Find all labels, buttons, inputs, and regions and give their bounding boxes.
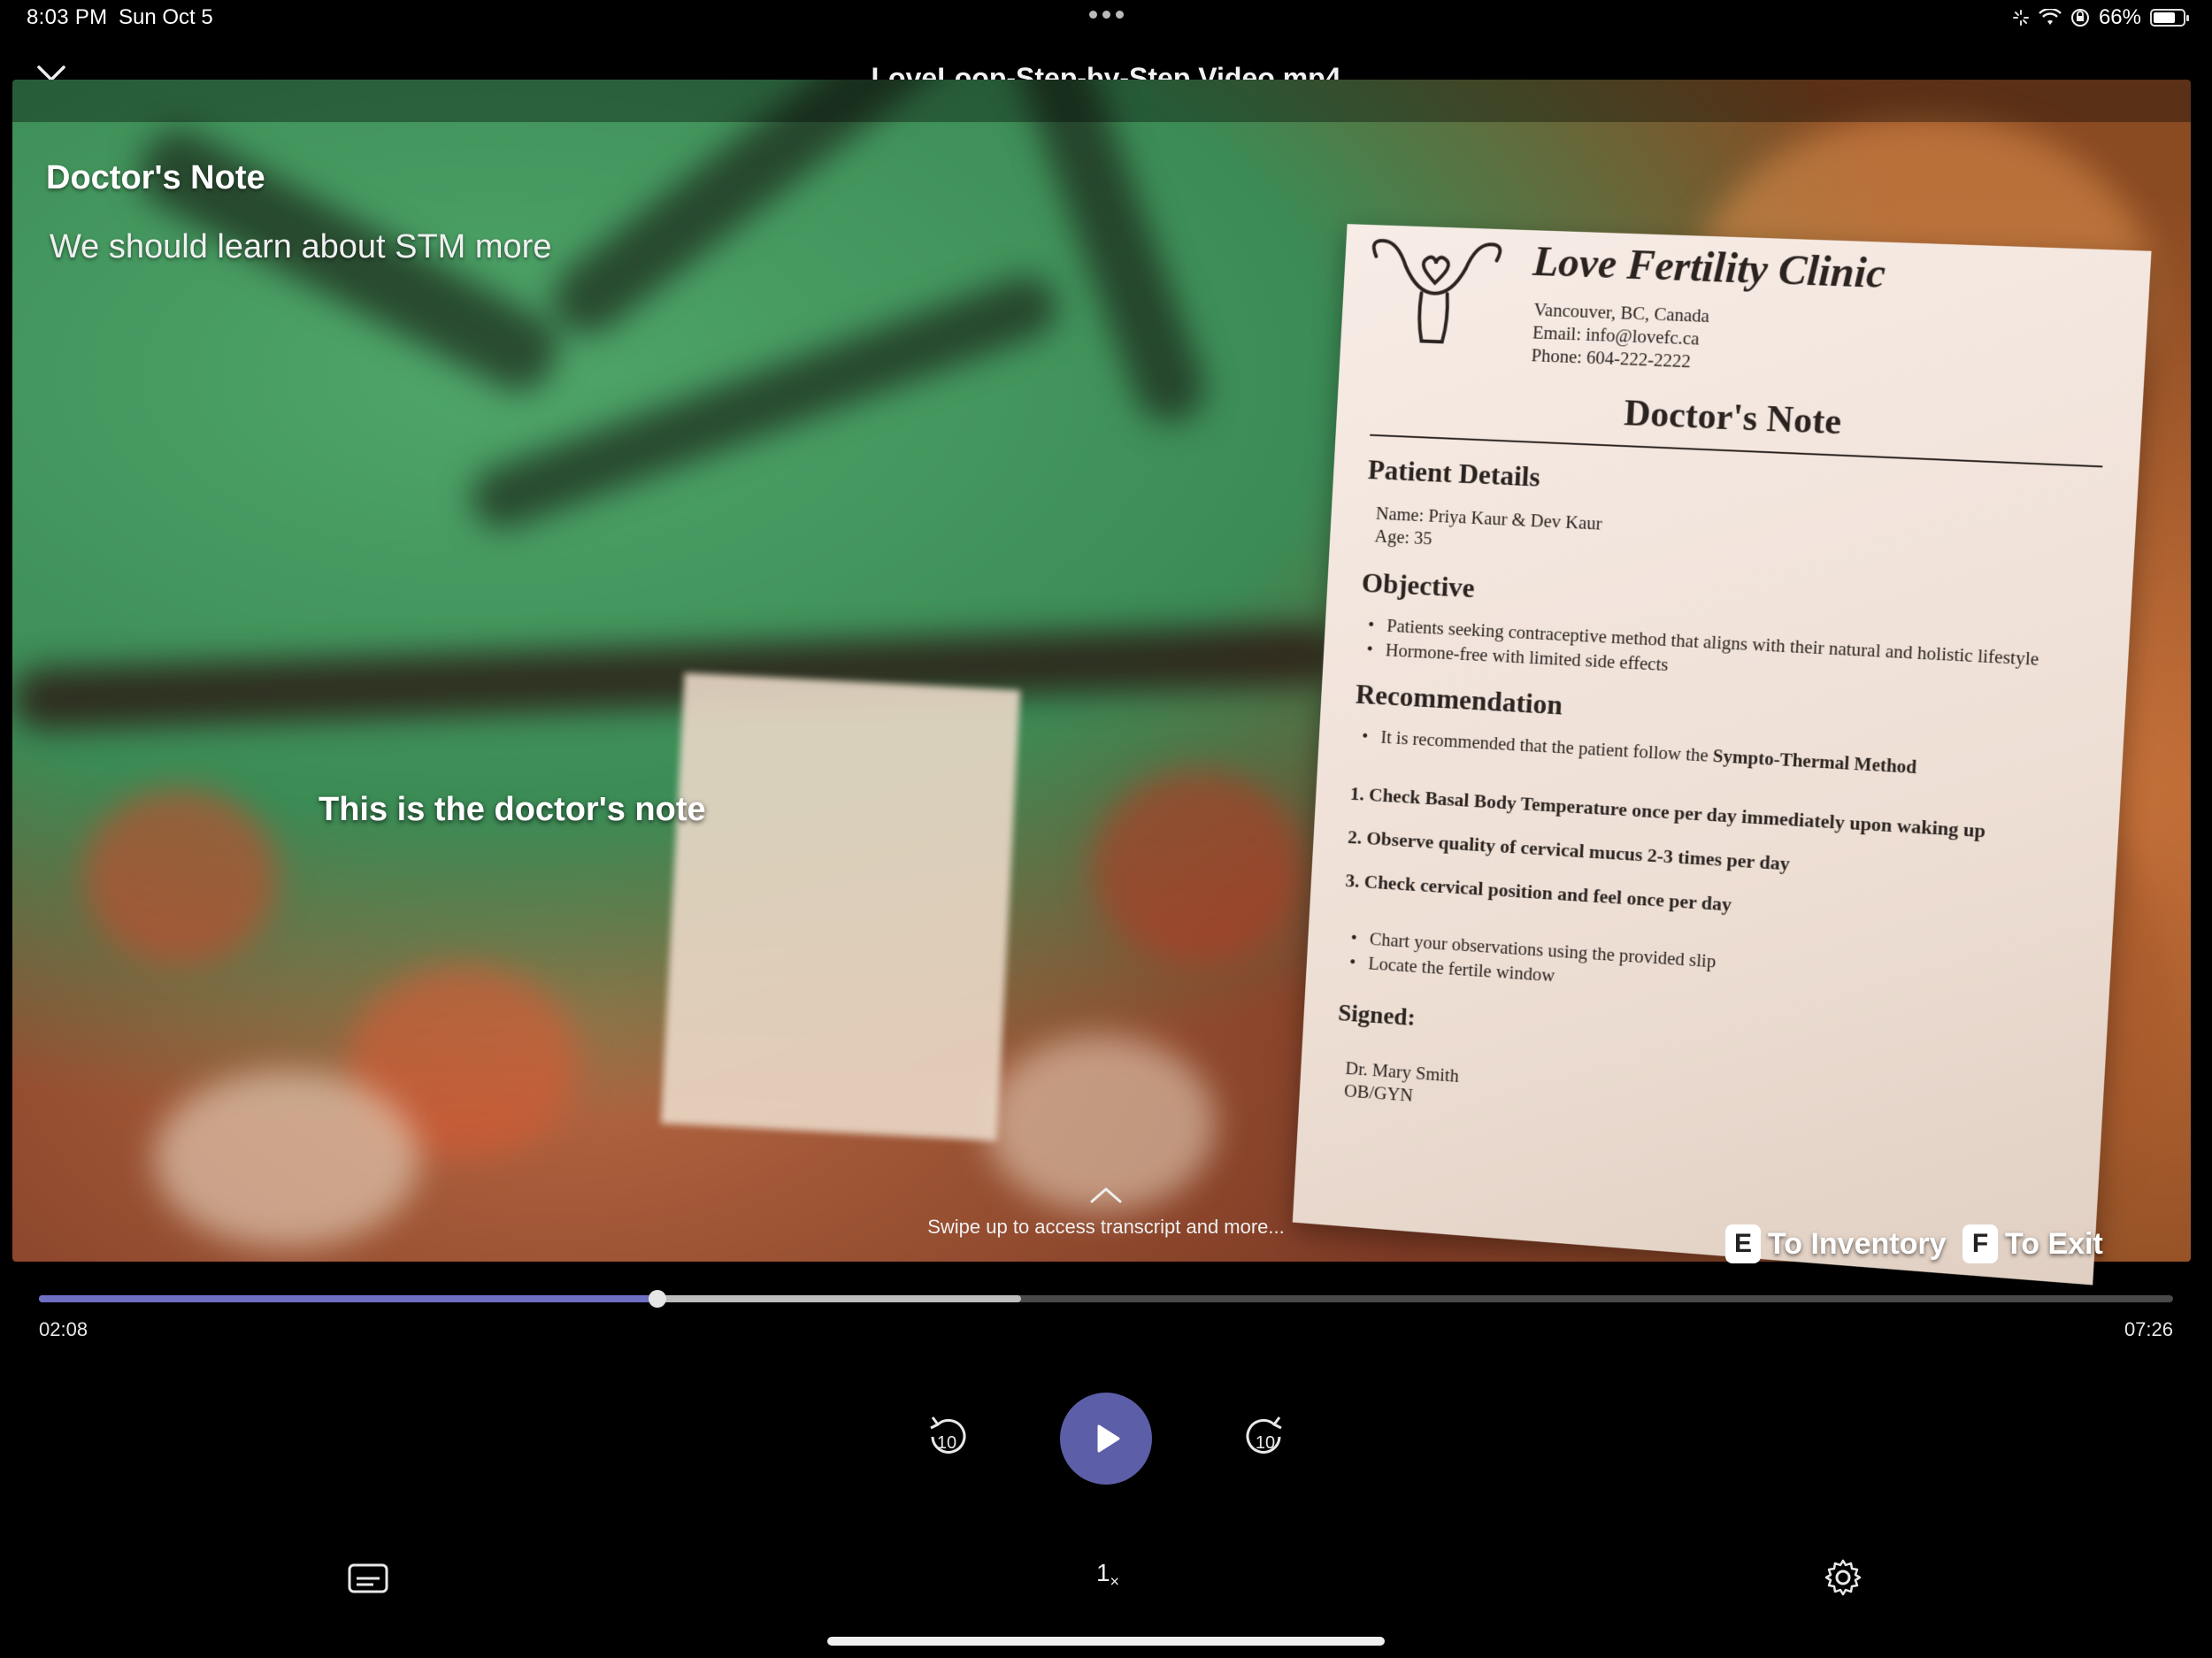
- play-icon: [1088, 1421, 1124, 1456]
- status-indicators: 66%: [2012, 5, 2185, 30]
- signed-heading: Signed:: [1337, 1000, 1416, 1032]
- current-time: 02:08: [39, 1318, 88, 1341]
- overlay-subtext: We should learn about STM more: [50, 228, 551, 266]
- forward-seconds: 10: [1242, 1433, 1288, 1454]
- speed-value: 1: [1096, 1559, 1110, 1586]
- document-title: Doctor's Note: [1336, 380, 2142, 457]
- signer-title: OB/GYN: [1343, 1080, 1413, 1107]
- status-time: 8:03 PM: [27, 5, 107, 30]
- activity-spinner-icon: [2012, 9, 2030, 27]
- progress-thumb[interactable]: [649, 1290, 666, 1308]
- step-item: 2. Observe quality of cervical mucus 2-3…: [1348, 825, 1791, 875]
- recommendation-item: It is recommended that the patient follo…: [1380, 726, 1917, 779]
- doctors-note-document: Love Fertility Clinic Vancouver, BC, Can…: [1293, 224, 2152, 1285]
- rewind-10-button[interactable]: 10: [924, 1414, 970, 1460]
- swipe-hint[interactable]: Swipe up to access transcript and more..…: [0, 1216, 2212, 1239]
- blurred-paper-note: [661, 672, 1020, 1140]
- forward-10-button[interactable]: 10: [1242, 1414, 1288, 1460]
- settings-button[interactable]: [1823, 1557, 1863, 1598]
- battery-percent: 66%: [2099, 5, 2141, 30]
- orientation-lock-icon: [2070, 8, 2090, 27]
- playback-speed-button[interactable]: 1×: [1090, 1559, 1125, 1594]
- recommendation-text: It is recommended that the patient follo…: [1380, 726, 1709, 766]
- objective-heading: Objective: [1361, 566, 1476, 604]
- patient-age: Age: 35: [1374, 526, 1432, 550]
- total-time: 07:26: [2124, 1318, 2173, 1341]
- subtitles-button[interactable]: [347, 1561, 389, 1596]
- battery-icon: [2150, 9, 2185, 27]
- title-shade: [12, 80, 2191, 122]
- multitasking-dots-icon[interactable]: [1088, 11, 1124, 23]
- recommendation-heading: Recommendation: [1355, 678, 1563, 721]
- play-button[interactable]: [1060, 1393, 1152, 1485]
- chevron-up-icon[interactable]: [1088, 1184, 1124, 1205]
- gear-icon: [1823, 1557, 1863, 1598]
- clinic-name: Love Fertility Clinic: [1532, 237, 1886, 298]
- speed-unit: ×: [1110, 1573, 1120, 1591]
- overlay-heading: Doctor's Note: [46, 159, 265, 197]
- wifi-icon: [2039, 9, 2062, 27]
- subtitles-icon: [347, 1561, 389, 1596]
- video-caption: This is the doctor's note: [319, 791, 706, 829]
- home-indicator[interactable]: [827, 1637, 1385, 1646]
- step-item: 3. Check cervical position and feel once…: [1345, 869, 1732, 916]
- status-date: Sun Oct 5: [119, 5, 213, 30]
- uterus-heart-logo-icon: [1355, 230, 1525, 349]
- patient-details-heading: Patient Details: [1367, 453, 1541, 493]
- progress-played: [39, 1295, 657, 1302]
- rewind-seconds: 10: [924, 1433, 970, 1454]
- recommendation-method: Sympto-Thermal Method: [1712, 745, 1917, 778]
